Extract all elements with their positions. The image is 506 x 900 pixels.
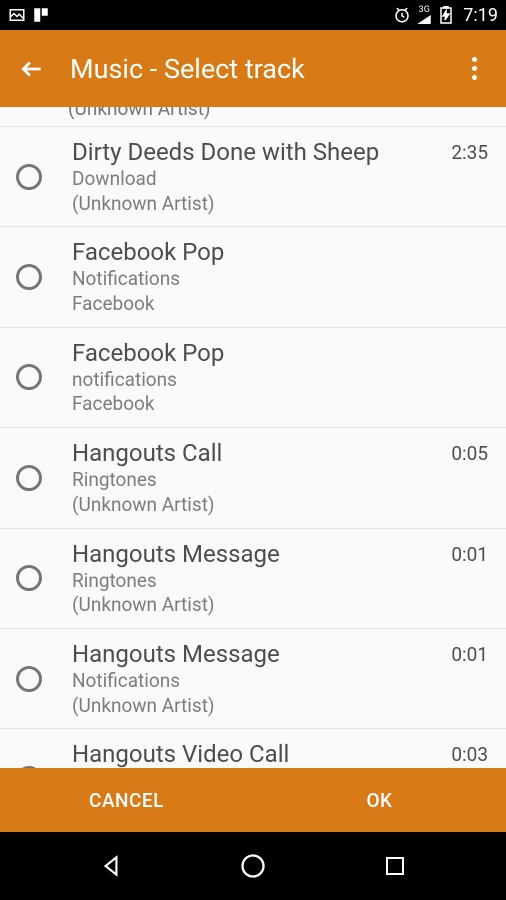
track-artist: (Unknown Artist) — [72, 593, 451, 618]
track-source: Notifications — [72, 267, 488, 292]
triangle-back-icon — [98, 853, 124, 879]
radio-button[interactable] — [16, 666, 42, 692]
radio-button[interactable] — [16, 565, 42, 591]
more-vert-icon — [472, 57, 477, 80]
ok-button[interactable]: OK — [253, 768, 506, 832]
arrow-back-icon — [19, 56, 45, 82]
list-item[interactable]: Hangouts Message Ringtones (Unknown Arti… — [0, 529, 506, 629]
nav-bar — [0, 832, 506, 900]
track-title: Hangouts Message — [72, 639, 451, 669]
circle-home-icon — [239, 852, 267, 880]
track-artist: (Unknown Artist) — [72, 493, 451, 518]
list-item[interactable]: Facebook Pop notifications Facebook — [0, 328, 506, 428]
track-title: Facebook Pop — [72, 237, 488, 267]
track-artist: (Unknown Artist) — [72, 694, 451, 719]
track-artist: (Unknown Artist) — [68, 107, 211, 120]
app-icon — [32, 6, 50, 24]
back-button[interactable] — [12, 49, 52, 89]
list-item[interactable]: Hangouts Call Ringtones (Unknown Artist)… — [0, 428, 506, 528]
nav-back-button[interactable] — [91, 846, 131, 886]
track-duration: 0:05 — [451, 442, 488, 465]
radio-button[interactable] — [16, 264, 42, 290]
battery-icon — [437, 6, 455, 24]
track-duration: 2:35 — [451, 141, 488, 164]
cancel-button[interactable]: CANCEL — [0, 768, 253, 832]
track-duration: 0:01 — [451, 643, 488, 666]
track-title: Facebook Pop — [72, 338, 488, 368]
track-duration: 0:01 — [451, 543, 488, 566]
track-source: Download — [72, 167, 451, 192]
track-list: (Unknown Artist) Dirty Deeds Done with S… — [0, 107, 506, 768]
image-icon — [8, 6, 26, 24]
track-title: Hangouts Call — [72, 438, 451, 468]
track-artist: Facebook — [72, 292, 488, 317]
track-source: Ringtones — [72, 468, 451, 493]
list-item[interactable]: Hangouts Video Call Ringtones (Unknown A… — [0, 729, 506, 768]
track-artist: (Unknown Artist) — [72, 192, 451, 217]
list-item[interactable]: (Unknown Artist) — [0, 107, 506, 127]
track-title: Dirty Deeds Done with Sheep — [72, 137, 451, 167]
list-item[interactable]: Facebook Pop Notifications Facebook — [0, 227, 506, 327]
app-bar: Music - Select track — [0, 30, 506, 107]
nav-home-button[interactable] — [233, 846, 273, 886]
signal-icon: 3G — [415, 6, 433, 24]
clock: 7:19 — [463, 5, 498, 26]
track-source: Notifications — [72, 669, 451, 694]
track-source: Ringtones — [72, 569, 451, 594]
square-recent-icon — [383, 854, 407, 878]
status-bar: 3G 7:19 — [0, 0, 506, 30]
track-title: Hangouts Video Call — [72, 739, 451, 768]
track-title: Hangouts Message — [72, 539, 451, 569]
radio-button[interactable] — [16, 164, 42, 190]
alarm-icon — [393, 6, 411, 24]
radio-button[interactable] — [16, 364, 42, 390]
list-item[interactable]: Hangouts Message Notifications (Unknown … — [0, 629, 506, 729]
track-source: notifications — [72, 368, 488, 393]
list-item[interactable]: Dirty Deeds Done with Sheep Download (Un… — [0, 127, 506, 227]
nav-recent-button[interactable] — [375, 846, 415, 886]
radio-button[interactable] — [16, 465, 42, 491]
page-title: Music - Select track — [70, 53, 454, 85]
track-duration: 0:03 — [451, 743, 488, 766]
track-artist: Facebook — [72, 392, 488, 417]
button-bar: CANCEL OK — [0, 768, 506, 832]
overflow-menu-button[interactable] — [454, 49, 494, 89]
